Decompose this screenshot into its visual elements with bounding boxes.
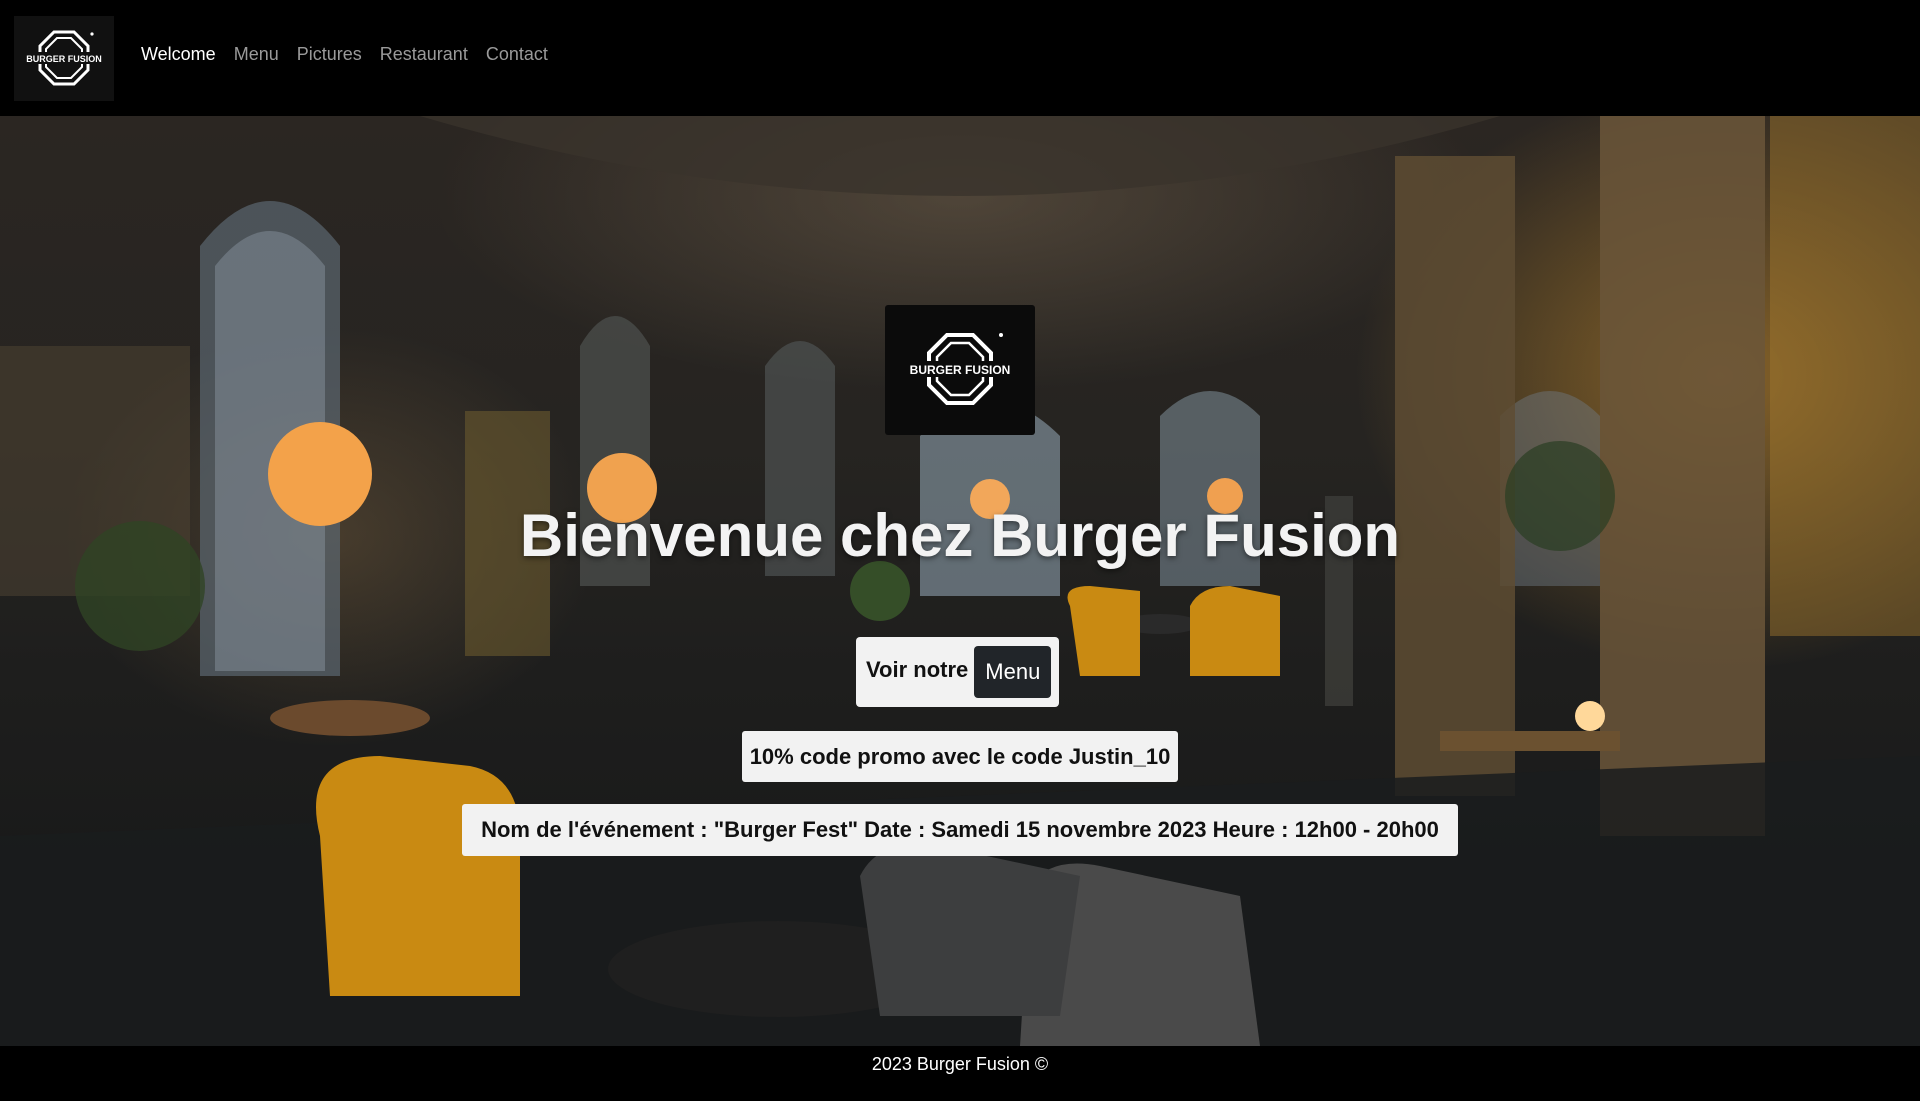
nav-item-pictures[interactable]: Pictures — [297, 44, 362, 65]
nav-links: Welcome Menu Pictures Restaurant Contact — [141, 44, 548, 65]
menu-button[interactable]: Menu — [974, 646, 1052, 698]
cta-text: Voir notre — [866, 657, 969, 682]
hero-section: BURGER FUSION Bienvenue chez Burger Fusi… — [0, 116, 1920, 1046]
promo-code-banner: 10% code promo avec le code Justin_10 — [742, 731, 1178, 782]
event-banner: Nom de l'événement : "Burger Fest" Date … — [462, 804, 1458, 856]
nav-item-menu[interactable]: Menu — [234, 44, 279, 65]
burger-fusion-logo-icon: BURGER FUSION — [910, 332, 1011, 405]
logo-text: BURGER FUSION — [26, 54, 102, 64]
nav-item-restaurant[interactable]: Restaurant — [380, 44, 468, 65]
center-logo-text: BURGER FUSION — [910, 363, 1011, 377]
footer-copyright: 2023 Burger Fusion © — [871, 1054, 1049, 1074]
footer: 2023 Burger Fusion © — [0, 1046, 1920, 1101]
brand-logo[interactable]: BURGER FUSION — [14, 16, 114, 101]
nav-item-welcome[interactable]: Welcome — [141, 44, 216, 65]
center-logo: BURGER FUSION — [885, 305, 1035, 435]
burger-fusion-logo-icon: BURGER FUSION — [26, 30, 102, 85]
restaurant-background-image — [0, 116, 1920, 1046]
nav-item-contact[interactable]: Contact — [486, 44, 548, 65]
top-navbar: BURGER FUSION Welcome Menu Pictures Rest… — [0, 0, 1920, 116]
hero-title: Bienvenue chez Burger Fusion — [519, 502, 1401, 569]
menu-cta: Voir notre Menu — [856, 637, 1060, 707]
